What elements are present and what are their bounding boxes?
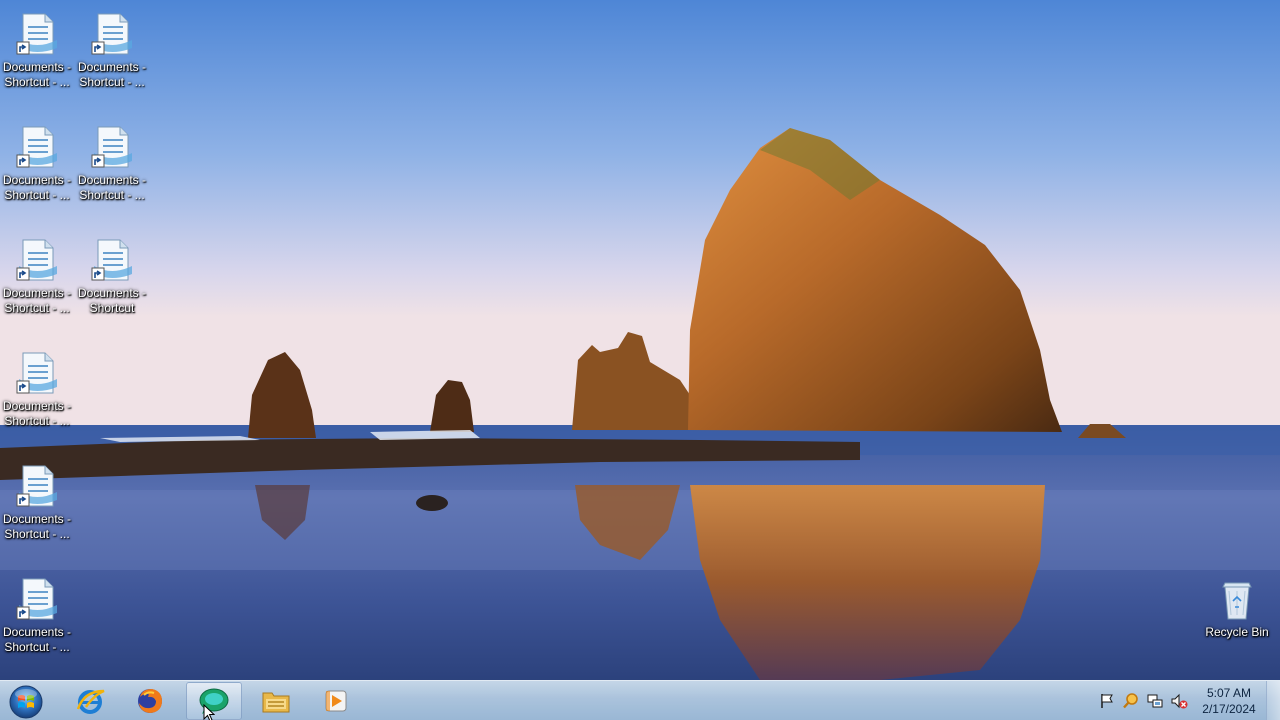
desktop-shortcut-documents-6[interactable]: Documents - Shortcut: [75, 230, 149, 326]
media-player-icon: [325, 690, 347, 712]
shortcut-label-line2: Shortcut - ...: [4, 640, 70, 654]
shortcut-label-line1: Documents -: [77, 60, 147, 74]
shortcut-label-line1: Documents -: [2, 399, 72, 413]
folder-icon: [262, 692, 290, 713]
recycle-bin-icon: [1222, 582, 1252, 620]
shortcut-label-line2: Shortcut - ...: [4, 75, 70, 89]
shortcut-label-line1: Documents -: [2, 625, 72, 639]
shortcut-label-line2: Shortcut: [89, 301, 135, 315]
document-shortcut-icon: [16, 126, 57, 168]
wallpaper: [0, 0, 1280, 720]
desktop-shortcut-documents-8[interactable]: Documents - Shortcut - ...: [0, 456, 74, 552]
document-shortcut-icon: [16, 578, 57, 620]
shortcut-label-line1: Documents -: [2, 173, 72, 187]
desktop-shortcut-documents-2[interactable]: Documents - Shortcut - ...: [75, 4, 149, 100]
taskbar-media-player[interactable]: [308, 682, 364, 720]
desktop-shortcut-documents-7[interactable]: Documents - Shortcut - ...: [0, 343, 74, 439]
shortcut-label-line1: Documents -: [77, 173, 147, 187]
internet-explorer-icon: [76, 689, 105, 714]
document-shortcut-icon: [16, 465, 57, 507]
document-shortcut-icon: [91, 239, 132, 281]
taskbar-internet-explorer[interactable]: [62, 682, 118, 720]
desktop-shortcut-documents-1[interactable]: Documents - Shortcut - ...: [0, 4, 74, 100]
shortcut-label-line2: Shortcut - ...: [4, 188, 70, 202]
network-icon[interactable]: [1146, 692, 1164, 710]
document-shortcut-icon: [91, 13, 132, 55]
recycle-bin-label: Recycle Bin: [1205, 625, 1269, 639]
shortcut-label-line2: Shortcut - ...: [4, 414, 70, 428]
desktop-shortcut-documents-5[interactable]: Documents - Shortcut - ...: [0, 230, 74, 326]
firefox-icon: [138, 689, 162, 713]
mouse-cursor-icon: [203, 704, 215, 720]
taskbar: 5:07 AM 2/17/2024: [0, 680, 1280, 720]
action-center-flag-icon[interactable]: [1098, 692, 1116, 710]
desktop-shortcut-documents-3[interactable]: Documents - Shortcut - ...: [0, 117, 74, 213]
taskbar-file-explorer[interactable]: [248, 682, 304, 720]
desktop-shortcut-documents-4[interactable]: Documents - Shortcut - ...: [75, 117, 149, 213]
show-desktop-button[interactable]: [1266, 681, 1280, 720]
clock-date: 2/17/2024: [1202, 702, 1256, 716]
desktop-shortcut-documents-9[interactable]: Documents - Shortcut - ...: [0, 569, 74, 665]
document-shortcut-icon: [16, 13, 57, 55]
shortcut-label-line1: Documents -: [77, 286, 147, 300]
desktop[interactable]: Documents - Shortcut - ... Documents - S…: [0, 0, 1280, 720]
taskbar-firefox[interactable]: [122, 682, 178, 720]
start-button[interactable]: [4, 682, 48, 720]
clock-time: 5:07 AM: [1206, 686, 1252, 700]
shortcut-label-line1: Documents -: [2, 60, 72, 74]
windows-logo-icon: [9, 685, 43, 719]
taskbar-clock[interactable]: 5:07 AM 2/17/2024: [1196, 685, 1262, 717]
recycle-bin[interactable]: Recycle Bin: [1200, 569, 1274, 665]
system-tray: [1094, 681, 1194, 720]
shortcut-label-line2: Shortcut - ...: [4, 301, 70, 315]
shortcut-label-line2: Shortcut - ...: [79, 188, 145, 202]
shortcut-label-line2: Shortcut - ...: [79, 75, 145, 89]
document-shortcut-icon: [91, 126, 132, 168]
shortcut-label-line1: Documents -: [2, 512, 72, 526]
volume-muted-icon[interactable]: [1170, 692, 1188, 710]
document-shortcut-icon: [16, 352, 57, 394]
search-magnifier-icon[interactable]: [1122, 692, 1140, 710]
document-shortcut-icon: [16, 239, 57, 281]
shortcut-label-line2: Shortcut - ...: [4, 527, 70, 541]
shortcut-label-line1: Documents -: [2, 286, 72, 300]
